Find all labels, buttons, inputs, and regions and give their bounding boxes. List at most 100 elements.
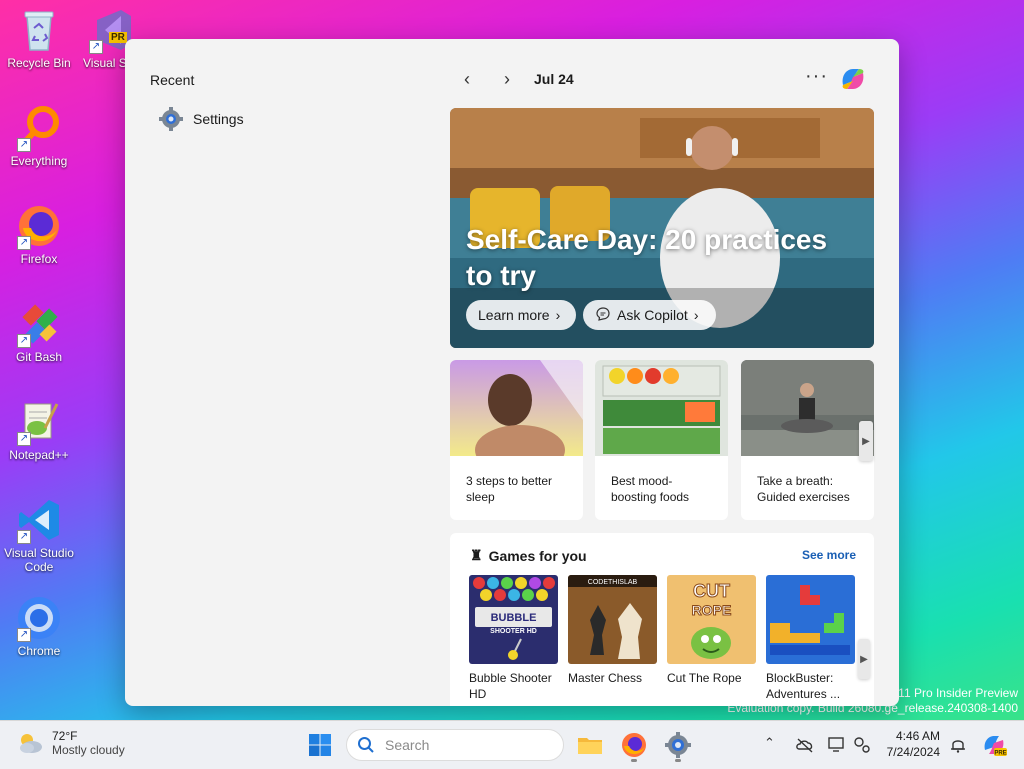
desktop-icon-label: Git Bash [15,350,63,364]
firefox-icon [622,733,646,757]
network-tray-button[interactable] [852,735,872,755]
desktop-icon-label: Visual Studio Code [4,546,74,574]
bell-icon [951,740,965,753]
next-day-button[interactable]: › [495,67,519,91]
shortcut-arrow-icon: ↗ [17,628,31,642]
network-settings-icon [854,737,870,753]
everything-magnifier-icon: ↗ [15,104,63,152]
story-card-mood-foods[interactable]: Best mood-boosting foods [595,360,728,520]
folder-icon [578,738,602,754]
svg-text:BUBBLE: BUBBLE [491,612,537,624]
copilot-preview-icon: PRE [984,736,1007,757]
shortcut-arrow-icon: ↗ [17,530,31,544]
cards-scroll-right-button[interactable]: ▶ [859,421,873,461]
running-indicator [631,759,637,762]
desktop-icon-label: Visual Studio 2022 Pre [83,56,127,70]
blockbuster-thumbnail [766,575,855,664]
hero-title: Self-Care Day: 20 practices to try [466,224,828,291]
weather-widget[interactable]: 72°F Mostly cloudy [16,729,125,757]
game-name: BlockBuster: Adventures ... [766,671,841,701]
desktop-icon-vscode[interactable]: ↗ Visual Studio Code [4,496,74,574]
prev-day-button[interactable]: ‹ [455,67,479,91]
desktop-icon-chrome[interactable]: ↗ Chrome [4,594,74,658]
shortcut-arrow-icon: ↗ [89,40,103,54]
learn-more-label: Learn more [478,307,550,323]
ask-copilot-label: Ask Copilot [617,307,688,323]
taskbar-search-box[interactable] [346,729,564,761]
game-name: Bubble Shooter HD [469,671,552,701]
chevron-right-icon: › [555,307,561,323]
game-tile-blockbuster[interactable]: BlockBuster: Adventures ... [766,575,855,702]
cloudy-weather-icon [20,734,42,753]
settings-gear-icon [159,107,183,131]
more-options-button[interactable]: ··· [805,65,828,88]
hero-story-card[interactable]: Self-Care Day: 20 practices to try Learn… [450,108,874,348]
show-hidden-icons-button[interactable]: ⌃ [764,735,784,755]
chevron-right-icon: › [693,307,699,323]
firefox-icon: ↗ [15,202,63,250]
weather-description: Mostly cloudy [52,743,125,757]
learn-more-button[interactable]: Learn more › [466,300,576,330]
recent-item-settings[interactable]: Settings [159,107,244,131]
desktop-icon-label: Chrome [17,644,61,658]
settings-taskbar-button[interactable] [664,731,692,759]
feed-date: Jul 24 [534,71,574,87]
chrome-icon: ↗ [15,594,63,642]
recent-item-label: Settings [193,111,244,127]
sleep-image [450,360,583,475]
copilot-taskbar-button[interactable]: PRE [980,731,1008,759]
games-scroll-right-button[interactable]: ▶ [858,639,870,679]
windows-logo-icon [309,734,331,756]
desktop-icon-label: Recycle Bin [7,56,71,70]
svg-text:CUT: CUT [693,581,730,601]
chevron-left-icon: ‹ [464,68,470,89]
story-card-title: Best mood-boosting foods [611,474,690,504]
shortcut-arrow-icon: ↗ [17,334,31,348]
games-widget: ♜ Games for you See more BUBBLE SHOOTER … [450,533,874,706]
game-tile-master-chess[interactable]: CODETHISLAB Master Chess [568,575,657,686]
svg-text:PRE: PRE [994,751,1006,757]
master-chess-thumbnail: CODETHISLAB [568,575,657,664]
notepad-plus-plus-icon: ↗ [15,398,63,446]
story-card-sleep[interactable]: 3 steps to better sleep [450,360,583,520]
clock-time: 4:46 AM [895,729,940,743]
copilot-icon[interactable] [837,63,869,95]
game-tile-bubble-shooter[interactable]: BUBBLE SHOOTER HD Bubble Shooter HD [469,575,558,702]
weather-temperature: 72°F [52,729,78,743]
shortcut-arrow-icon: ↗ [17,236,31,250]
chevron-right-icon: › [504,68,510,89]
games-title-label: Games for you [488,547,587,564]
start-button[interactable] [308,733,332,757]
ask-copilot-button[interactable]: Ask Copilot › [583,300,716,330]
monitor-icon [828,737,844,752]
search-input[interactable] [383,736,537,754]
taskbar-clock[interactable]: 4:46 AM 7/24/2024 [880,728,940,760]
story-card-breath[interactable]: Take a breath: Guided exercises [741,360,874,520]
clock-date: 7/24/2024 [886,745,940,759]
game-tile-cut-the-rope[interactable]: CUT ROPE Cut The Rope [667,575,756,686]
game-name: Cut The Rope [667,671,742,685]
chevron-up-icon: ⌃ [764,735,775,750]
taskbar: 72°F Mostly cloudy ⌃ 4:46 AM 7/24/2024 [0,720,1024,769]
see-more-link[interactable]: See more [802,548,856,562]
desktop-icon-recycle-bin[interactable]: Recycle Bin [4,6,74,70]
desktop-icon-label: Firefox [20,252,58,266]
recent-title: Recent [150,72,195,88]
bubble-shooter-thumbnail: BUBBLE SHOOTER HD [469,575,558,664]
notifications-button[interactable] [948,735,968,755]
file-explorer-button[interactable] [576,731,604,759]
onedrive-offline-icon [796,738,813,753]
desktop-icon-firefox[interactable]: ↗ Firefox [4,202,74,266]
story-card-title: 3 steps to better sleep [466,474,553,504]
firefox-taskbar-button[interactable] [620,731,648,759]
games-title: ♜ Games for you [470,547,587,564]
desktop-icon-git-bash[interactable]: ↗ Git Bash [4,300,74,364]
desktop-icon-notepad-plus-plus[interactable]: ↗ Notepad++ [4,398,74,462]
widgets-panel: Recent Settings ‹ › Jul 24 ··· Self-Care… [125,39,899,706]
onedrive-tray-button[interactable] [795,735,815,755]
desktop-icon-everything[interactable]: ↗ Everything [4,104,74,168]
display-tray-button[interactable] [826,735,846,755]
shortcut-arrow-icon: ↗ [17,432,31,446]
recycle-bin-icon [15,6,63,54]
git-bash-icon: ↗ [15,300,63,348]
